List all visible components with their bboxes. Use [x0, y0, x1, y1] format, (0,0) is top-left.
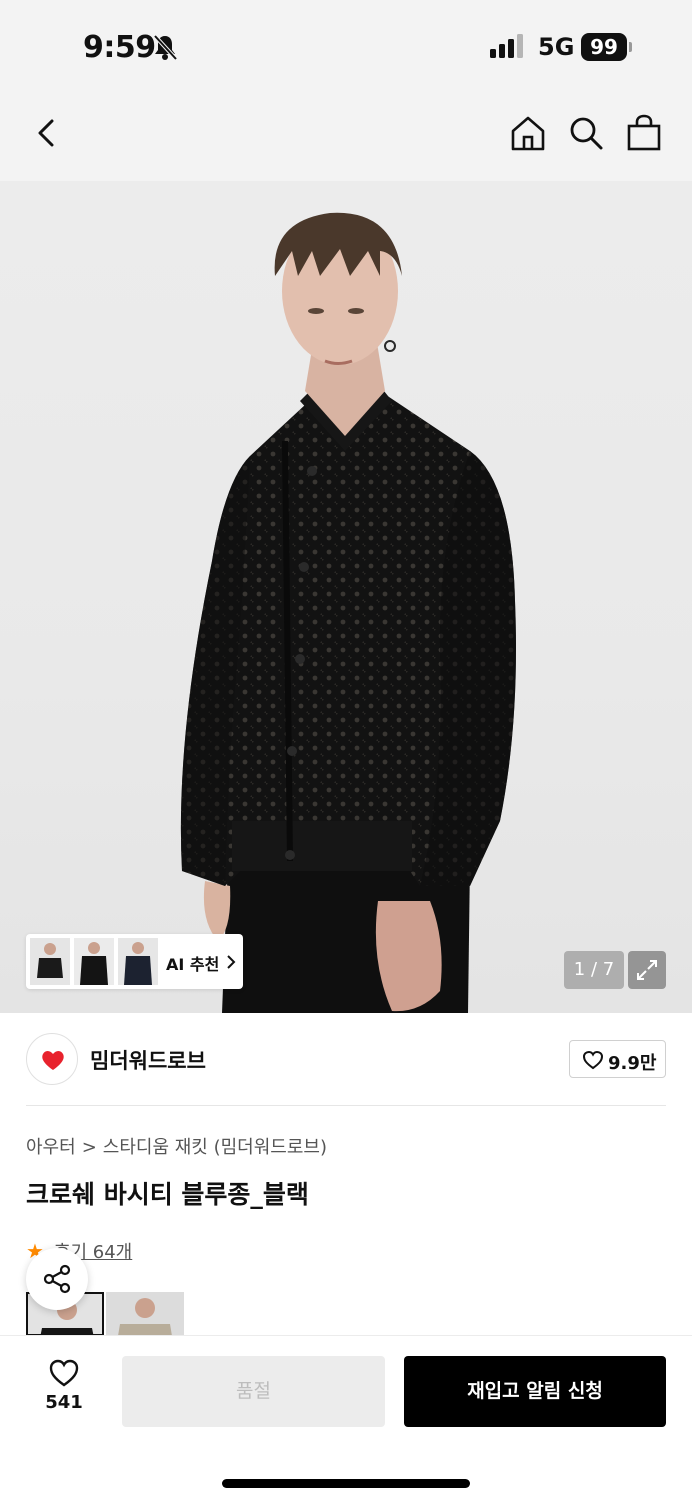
recommend-thumbnail: [118, 938, 158, 985]
home-icon[interactable]: [508, 113, 548, 153]
home-indicator: [222, 1479, 470, 1488]
swatch-image: [106, 1292, 184, 1336]
product-title: 크로쉐 바시티 블루종_블랙: [26, 1180, 309, 1209]
brand-like-count: 9.9만: [608, 1053, 657, 1074]
wishlist-count: 541: [45, 1392, 83, 1413]
status-time: 9:59: [83, 30, 156, 65]
product-image-gallery[interactable]: AI 추천 1 / 7: [0, 181, 692, 1013]
brand-name[interactable]: 밈더워드로브: [90, 1045, 206, 1075]
product-photo: [180, 212, 517, 1013]
restock-alert-button[interactable]: 재입고 알림 신청: [404, 1356, 666, 1427]
heart-outline-icon: [582, 1050, 604, 1070]
brand-logo[interactable]: [26, 1033, 78, 1085]
shopping-bag-icon[interactable]: [624, 113, 664, 153]
back-icon[interactable]: [26, 113, 66, 153]
wishlist-button[interactable]: 541: [36, 1358, 92, 1418]
recommend-thumbnail-image: [118, 938, 158, 985]
soldout-button: 품절: [122, 1356, 385, 1427]
heart-outline-icon: [49, 1359, 79, 1387]
signal-icon: [490, 34, 523, 58]
share-icon: [43, 1264, 71, 1294]
section-divider: [26, 1105, 666, 1106]
expand-icon[interactable]: [628, 951, 666, 989]
brand-like-button[interactable]: 9.9만: [569, 1040, 666, 1078]
network-type: 5G: [538, 33, 575, 61]
recommend-thumbnail: [74, 938, 114, 985]
battery-tip: [629, 42, 632, 52]
breadcrumb-separator: >: [81, 1137, 97, 1158]
top-nav-bar: [0, 95, 692, 181]
share-button[interactable]: [26, 1248, 88, 1310]
breadcrumb: 아우터 > 스타디움 재킷 (밈더워드로브): [26, 1133, 327, 1159]
chevron-right-icon: [227, 955, 236, 969]
recommend-thumbnail: [30, 938, 70, 985]
image-pager: 1 / 7: [564, 951, 624, 989]
ai-recommend-chip[interactable]: AI 추천: [26, 934, 243, 989]
breadcrumb-category[interactable]: 아우터: [26, 1137, 76, 1158]
battery-level: 99: [581, 33, 627, 61]
bottom-action-bar: 541 품절 재입고 알림 신청: [0, 1335, 692, 1500]
breadcrumb-subcategory[interactable]: 스타디움 재킷 (밈더워드로브): [103, 1137, 327, 1158]
status-bar: 9:59 5G 99: [0, 0, 692, 95]
ai-recommend-label: AI 추천: [166, 955, 220, 974]
color-swatch-beige[interactable]: [106, 1292, 184, 1336]
recommend-thumbnail-image: [30, 938, 70, 985]
heart-logo-icon: [42, 1051, 64, 1070]
recommend-thumbnail-image: [74, 938, 114, 985]
search-icon[interactable]: [566, 113, 606, 153]
bell-muted-icon: [153, 34, 178, 61]
battery-indicator: 99: [581, 33, 633, 61]
